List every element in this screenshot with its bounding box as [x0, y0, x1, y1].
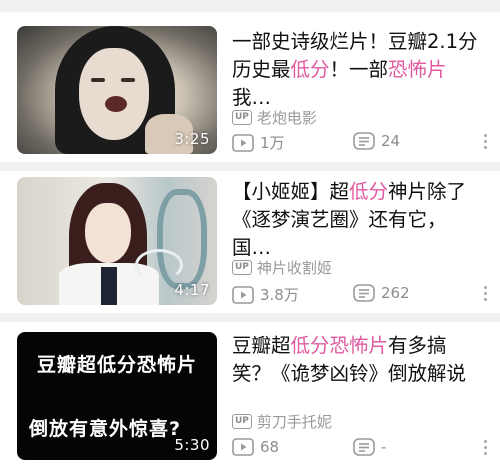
card-separator [0, 313, 500, 322]
play-count-icon [232, 133, 254, 152]
uploader-row[interactable]: UP 剪刀手托妮 [232, 411, 332, 432]
video-duration: 4:17 [174, 281, 210, 299]
up-badge-icon: UP [232, 260, 252, 275]
title-text: 【小姬姬】超 [232, 180, 350, 203]
video-title[interactable]: 【小姬姬】超低分神片除了《逐梦演艺圈》还有它，国… [232, 178, 484, 262]
video-title[interactable]: 豆瓣超低分恐怖片有多搞笑？《诡梦凶铃》倒放解说 [232, 332, 484, 388]
video-duration: 3:25 [174, 130, 210, 148]
up-badge-icon: UP [232, 110, 252, 125]
thumbnail-figure-mouth [105, 96, 127, 112]
comment-count-icon [353, 132, 375, 150]
title-keyword-highlight: 恐怖片 [388, 58, 447, 81]
thumbnail-figure-face [79, 48, 149, 140]
play-count-value: 3.8万 [260, 286, 299, 304]
comment-count-icon [353, 438, 375, 456]
title-keyword-highlight: 低分 [349, 180, 389, 203]
thumbnail-wire [135, 249, 183, 281]
play-count: 68 [232, 438, 279, 456]
comment-count-value: 262 [381, 284, 410, 302]
feed-top-divider [0, 0, 500, 12]
thumbnail-caption-line-1: 豆瓣超低分恐怖片 [36, 354, 197, 376]
thumbnail-figure-eye [121, 78, 135, 82]
card-separator [0, 162, 500, 171]
video-duration: 5:30 [174, 436, 210, 454]
comment-count: 24 [353, 132, 400, 150]
more-options-icon[interactable] [484, 440, 488, 458]
comment-count-value: - [381, 438, 387, 456]
title-keyword-highlight: 低分 [290, 58, 330, 81]
title-text: ！一部 [329, 58, 389, 81]
play-count-icon [232, 438, 254, 456]
comment-count: 262 [353, 284, 410, 302]
video-title[interactable]: 一部史诗级烂片！豆瓣2.1分历史最低分！一部恐怖片我… [232, 28, 484, 112]
title-text: 我… [232, 86, 272, 109]
comment-count-icon [353, 284, 375, 302]
play-count-value: 1万 [260, 134, 285, 152]
uploader-row[interactable]: UP 神片收割姬 [232, 257, 332, 278]
play-count: 1万 [232, 132, 285, 153]
title-keyword-highlight: 低分恐怖片 [290, 334, 389, 357]
play-count-icon [232, 285, 254, 304]
uploader-name[interactable]: 神片收割姬 [257, 257, 332, 278]
video-card-2[interactable]: 4:17 【小姬姬】超低分神片除了《逐梦演艺圈》还有它，国… UP 神片收割姬 … [0, 171, 500, 322]
video-card-3[interactable]: 豆瓣超低分恐怖片 倒放有意外惊喜? 5:30 豆瓣超低分恐怖片有多搞笑？《诡梦凶… [0, 322, 500, 468]
more-options-icon[interactable] [484, 286, 488, 304]
more-options-icon[interactable] [484, 134, 488, 152]
video-thumbnail[interactable]: 3:25 [17, 26, 217, 154]
video-card-1[interactable]: 3:25 一部史诗级烂片！豆瓣2.1分历史最低分！一部恐怖片我… UP 老炮电影… [0, 12, 500, 162]
thumbnail-figure-eye [91, 78, 105, 82]
uploader-name[interactable]: 剪刀手托妮 [257, 411, 332, 432]
thumbnail-figure-tie [101, 267, 117, 305]
play-count-value: 68 [260, 438, 280, 456]
uploader-name[interactable]: 老炮电影 [257, 107, 317, 128]
thumbnail-figure-face [85, 203, 131, 263]
up-badge-icon: UP [232, 414, 252, 429]
comment-count: - [353, 438, 386, 456]
comment-count-value: 24 [381, 132, 401, 150]
video-thumbnail[interactable]: 豆瓣超低分恐怖片 倒放有意外惊喜? 5:30 [17, 332, 217, 460]
title-text: 豆瓣超 [232, 334, 291, 357]
play-count: 3.8万 [232, 284, 299, 305]
video-thumbnail[interactable]: 4:17 [17, 177, 217, 305]
uploader-row[interactable]: UP 老炮电影 [232, 107, 317, 128]
